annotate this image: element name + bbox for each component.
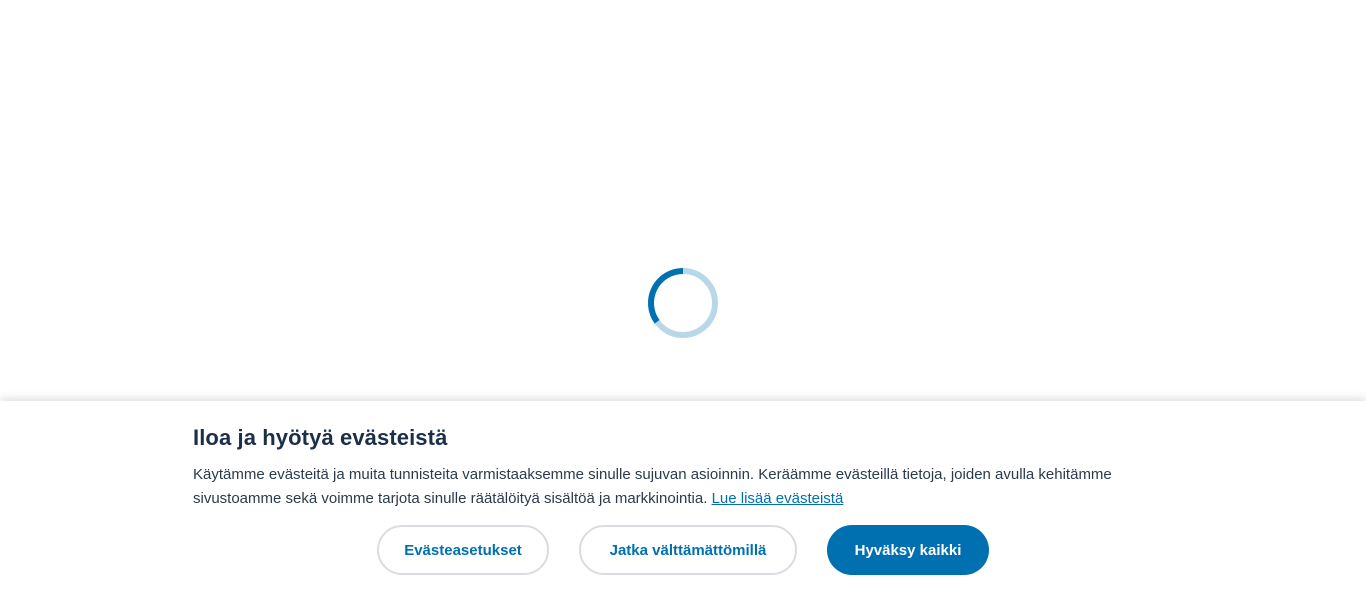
cookie-info-link[interactable]: Lue lisää evästeistä	[712, 490, 844, 507]
spinner-arc	[648, 268, 684, 324]
cookie-settings-button[interactable]: Evästeasetukset	[377, 525, 549, 575]
loading-spinner-icon	[647, 267, 719, 339]
cookie-banner: Iloa ja hyötyä evästeistä Käytämme eväst…	[0, 401, 1366, 606]
page: Iloa ja hyötyä evästeistä Käytämme eväst…	[0, 0, 1366, 606]
cookie-banner-description: Käytämme evästeitä ja muita tunnisteita …	[193, 466, 1112, 507]
cookie-button-row: Evästeasetukset Jatka välttämättömillä H…	[0, 525, 1366, 577]
cookie-banner-title: Iloa ja hyötyä evästeistä	[193, 425, 448, 450]
continue-necessary-button[interactable]: Jatka välttämättömillä	[579, 525, 797, 575]
cookie-banner-text: Käytämme evästeitä ja muita tunnisteita …	[193, 463, 1183, 511]
accept-all-button[interactable]: Hyväksy kaikki	[827, 525, 989, 575]
